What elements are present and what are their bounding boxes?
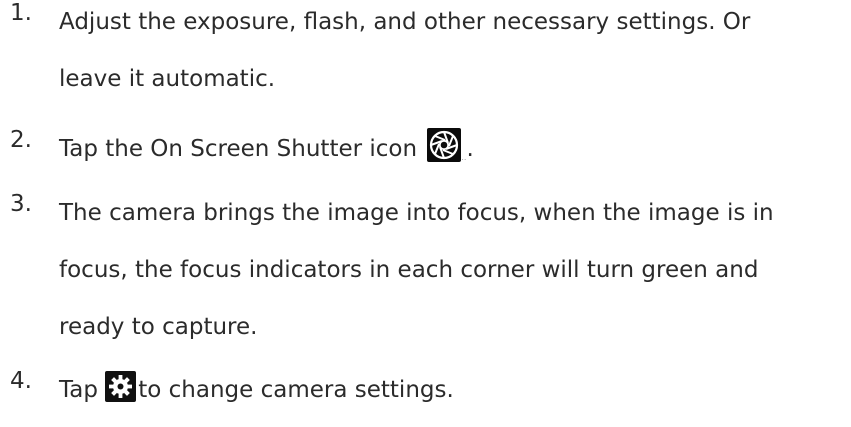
step-number: 4. <box>10 368 32 394</box>
step-text-before-icon: Tap the On Screen Shutter icon <box>59 136 418 162</box>
step-number: 2. <box>10 127 32 153</box>
step-line: Adjust the exposure, flash, and other ne… <box>59 9 751 35</box>
step-line: Tap the On Screen Shutter icon ... <box>59 127 846 184</box>
step-number: 3. <box>10 191 32 217</box>
step-line: Tap to change camera settings. <box>59 368 846 425</box>
step-line: leave it automatic. <box>59 66 276 92</box>
step-text-after-icon: to change camera settings. <box>138 377 454 403</box>
step-text: Adjust the exposure, flash, and other ne… <box>59 0 846 114</box>
gear-icon <box>105 371 137 402</box>
step-text-before-icon: Tap <box>59 377 98 403</box>
step-text-after-icon: . <box>466 136 474 162</box>
step-number: 1. <box>10 0 32 26</box>
shutter-icon <box>427 128 462 162</box>
step-line: The camera brings the image into focus, … <box>59 200 774 226</box>
instruction-list: 1. Adjust the exposure, flash, and other… <box>0 0 851 427</box>
step-text: Tap to change camera settings. <box>59 368 846 425</box>
step-line: ready to capture. <box>59 314 258 340</box>
step-text: The camera brings the image into focus, … <box>59 191 846 362</box>
step-line: focus, the focus indicators in each corn… <box>59 257 759 283</box>
step-text: Tap the On Screen Shutter icon ... <box>59 127 846 184</box>
